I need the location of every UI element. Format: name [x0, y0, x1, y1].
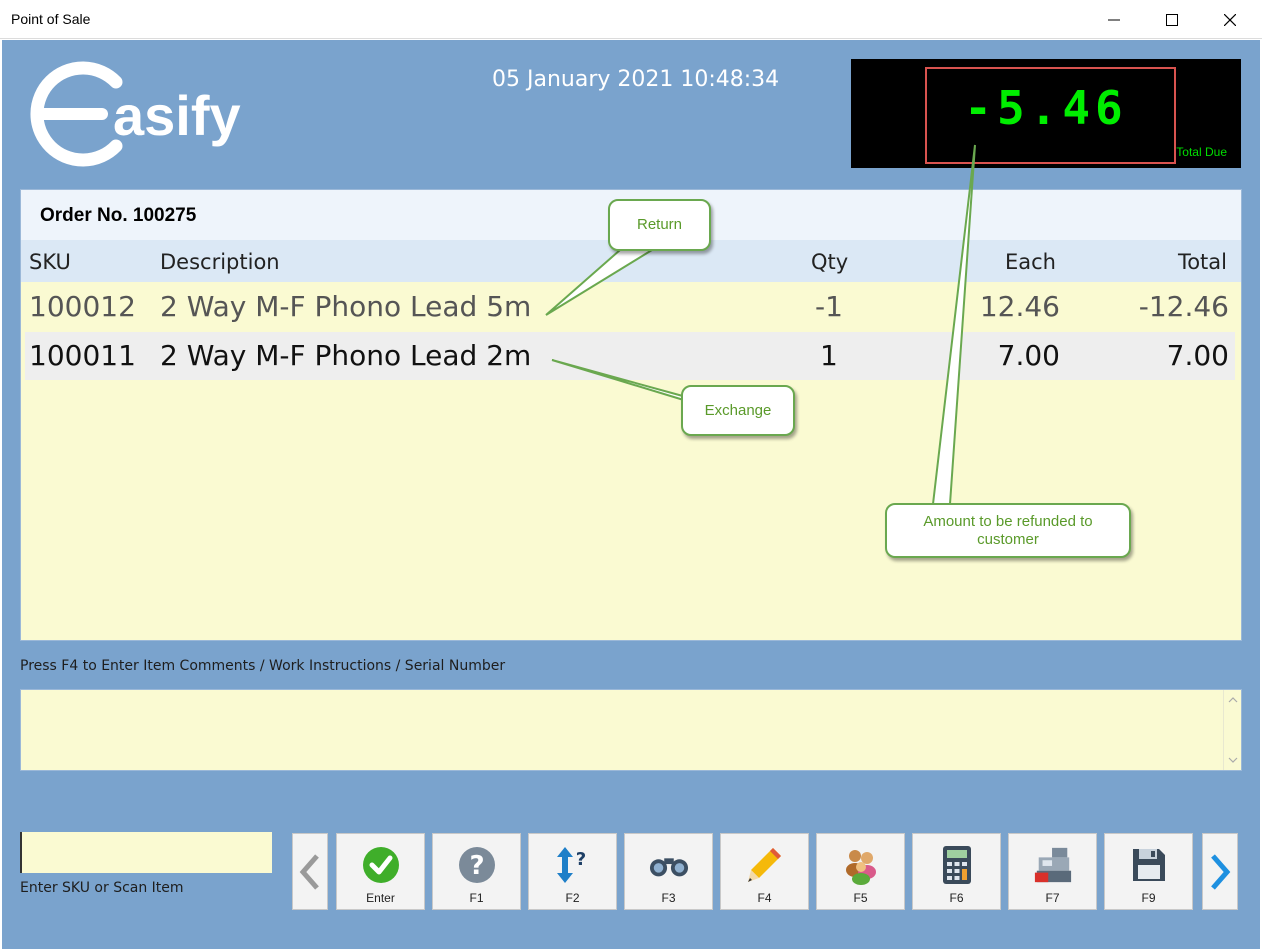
f1-button-label: F1 — [469, 891, 484, 905]
f3-button-label: F3 — [661, 891, 676, 905]
save-icon — [1132, 849, 1165, 881]
f7-button-label: F7 — [1045, 891, 1060, 905]
amount-highlight-box — [925, 67, 1176, 164]
order-number: Order No. 100275 — [40, 205, 197, 226]
chevron-left-icon — [299, 853, 319, 890]
row-each: 12.46 — [979, 290, 1060, 323]
column-each: Each — [1005, 250, 1056, 274]
binoculars-icon — [649, 858, 688, 877]
chevron-right-icon — [1211, 853, 1231, 890]
row-qty: 1 — [820, 339, 838, 372]
comments-label: Press F4 to Enter Item Comments / Work I… — [20, 658, 506, 674]
f1-help-button[interactable]: ? F1 — [432, 833, 521, 910]
total-due-label: Total Due — [1176, 145, 1227, 159]
help-icon: ? — [458, 847, 495, 883]
sku-input-label: Enter SKU or Scan Item — [20, 880, 184, 896]
close-button[interactable] — [1201, 0, 1259, 39]
callout-exchange-text: Exchange — [704, 401, 772, 419]
f4-button-label: F4 — [757, 891, 772, 905]
order-panel: Order No. 100275 SKU Description Qty Eac… — [20, 189, 1242, 641]
f9-button-label: F9 — [1141, 891, 1156, 905]
f9-save-button[interactable]: F9 — [1104, 833, 1193, 910]
pencil-icon — [747, 848, 781, 882]
column-description: Description — [160, 250, 280, 274]
maximize-icon — [1166, 13, 1178, 26]
f3-search-button[interactable]: F3 — [624, 833, 713, 910]
title-bar: Point of Sale — [0, 0, 1262, 39]
row-sku: 100011 — [29, 339, 136, 372]
logo-text: asify — [113, 84, 241, 147]
f5-button-label: F5 — [853, 891, 868, 905]
column-sku: SKU — [29, 250, 71, 274]
comments-scrollbar[interactable] — [1223, 690, 1241, 770]
callout-refund: Amount to be refunded to customer — [885, 503, 1131, 558]
f7-register-button[interactable]: F7 — [1008, 833, 1097, 910]
current-datetime: 05 January 2021 10:48:34 — [492, 67, 780, 92]
check-icon — [362, 847, 399, 883]
f5-customer-button[interactable]: F5 — [816, 833, 905, 910]
enter-button-label: Enter — [366, 891, 395, 905]
sku-input[interactable] — [20, 832, 272, 873]
pos-main: asify 05 January 2021 10:48:34 -5.46 Tot… — [2, 40, 1260, 949]
svg-text:?: ? — [575, 849, 585, 870]
scroll-down-icon[interactable] — [1228, 756, 1238, 764]
column-total: Total — [1177, 250, 1227, 274]
f6-button-label: F6 — [949, 891, 964, 905]
window-title: Point of Sale — [11, 11, 91, 27]
callout-return: Return — [608, 199, 711, 251]
row-total: -12.46 — [1138, 290, 1229, 323]
toolbar-prev-button[interactable] — [292, 833, 328, 910]
row-description: 2 Way M-F Phono Lead 5m — [160, 290, 532, 323]
minimize-icon — [1108, 19, 1120, 20]
customers-icon — [845, 850, 876, 885]
row-description: 2 Way M-F Phono Lead 2m — [160, 339, 532, 372]
close-icon — [1224, 13, 1236, 26]
column-qty: Qty — [811, 250, 849, 274]
calculator-icon — [942, 846, 971, 884]
minimize-button[interactable] — [1085, 0, 1143, 39]
f4-comment-button[interactable]: F4 — [720, 833, 809, 910]
sort-query-icon: ? — [556, 847, 586, 883]
row-sku: 100012 — [29, 290, 136, 323]
f2-button-label: F2 — [565, 891, 580, 905]
callout-refund-text-line2: customer — [977, 530, 1039, 548]
callout-exchange: Exchange — [681, 385, 795, 436]
scroll-up-icon[interactable] — [1228, 696, 1238, 704]
row-total: 7.00 — [1166, 339, 1229, 372]
callout-refund-text-line1: Amount to be refunded to — [923, 512, 1093, 530]
row-each: 7.00 — [997, 339, 1060, 372]
toolbar-next-button[interactable] — [1202, 833, 1238, 910]
svg-text:?: ? — [469, 851, 484, 881]
cash-register-icon — [1034, 847, 1071, 883]
f6-calculator-button[interactable]: F6 — [912, 833, 1001, 910]
comments-textarea[interactable] — [20, 689, 1242, 771]
maximize-button[interactable] — [1143, 0, 1201, 39]
enter-button[interactable]: Enter — [336, 833, 425, 910]
callout-return-text: Return — [636, 216, 683, 233]
row-qty: -1 — [815, 290, 843, 323]
f2-button[interactable]: ? F2 — [528, 833, 617, 910]
table-row[interactable]: 100011 2 Way M-F Phono Lead 2m 1 7.00 7.… — [25, 332, 1235, 380]
table-row[interactable]: 100012 2 Way M-F Phono Lead 5m -1 12.46 … — [25, 283, 1235, 331]
easify-logo: asify — [30, 61, 241, 167]
